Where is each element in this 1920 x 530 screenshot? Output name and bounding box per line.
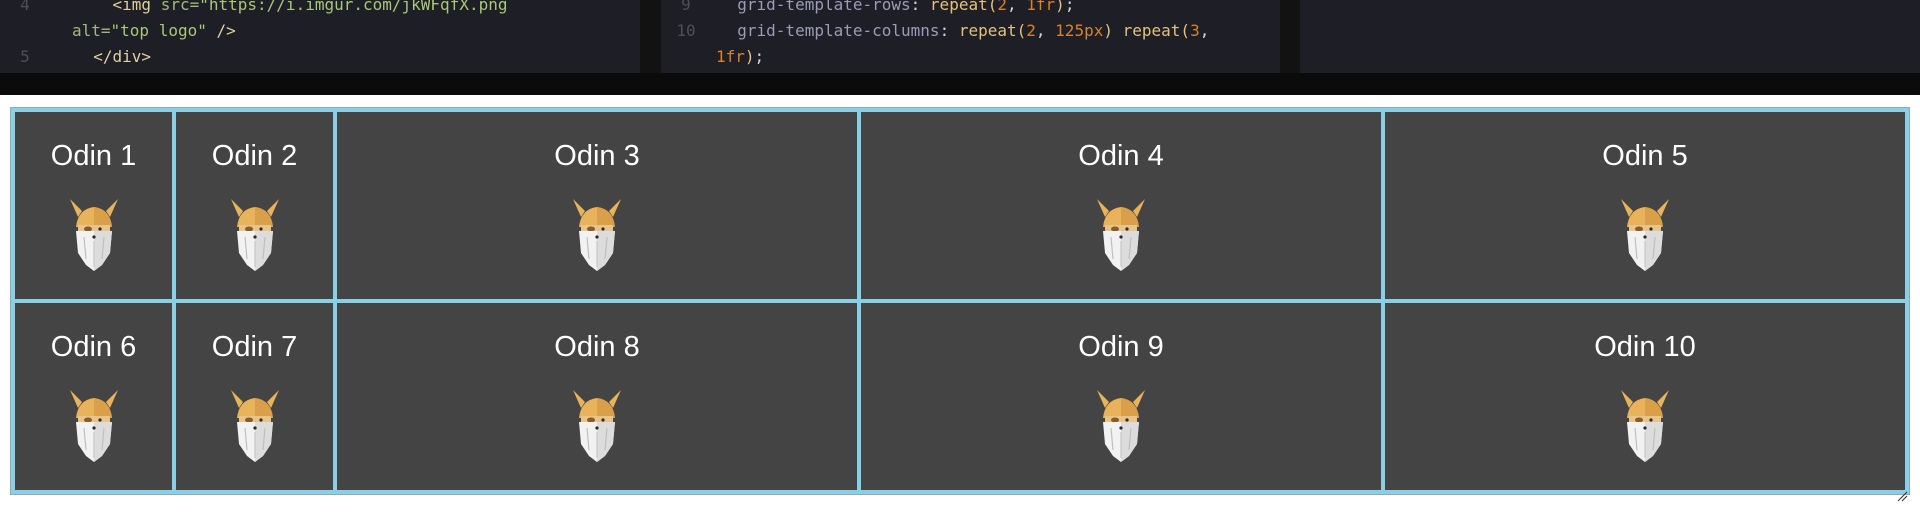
result-preview: Odin 1 Odin 2 Odin 3 Odin 4 Odin 5 Odin … xyxy=(0,95,1920,530)
grid-cell-6: Odin 6 xyxy=(15,303,172,490)
code-token: ) xyxy=(744,47,755,66)
odin-viking-head-icon xyxy=(69,199,118,271)
code-token: 1fr xyxy=(716,47,745,66)
html-editor-pane[interactable]: 4 <img src="https://i.imgur.com/jkWFqfX.… xyxy=(0,0,640,73)
line-number: 9 xyxy=(681,0,691,14)
code-token: 125px xyxy=(1055,21,1104,40)
odin-viking-head-icon xyxy=(1097,390,1145,462)
editor-bottom-bar xyxy=(0,73,1920,95)
code-text: 1fr); xyxy=(716,44,764,70)
cell-title: Odin 7 xyxy=(211,331,298,363)
code-token: , xyxy=(1035,21,1056,40)
code-token: 2 xyxy=(1026,21,1036,40)
code-token: alt= xyxy=(72,21,111,40)
cell-title: Odin 10 xyxy=(1594,331,1696,363)
code-token: </div> xyxy=(74,47,152,66)
cell-title: Odin 1 xyxy=(50,140,137,172)
cell-title: Odin 3 xyxy=(554,140,640,172)
odin-viking-head-icon xyxy=(230,390,279,462)
line-number: 10 xyxy=(676,21,696,40)
cell-title: Odin 8 xyxy=(554,331,640,363)
code-token: grid-template-columns xyxy=(718,21,940,40)
code-text: <img src="https://i.imgur.com/jkWFqfX.pn… xyxy=(74,0,508,18)
grid-cell-8: Odin 8 xyxy=(337,303,857,490)
grid-cell-9: Odin 9 xyxy=(861,303,1381,490)
code-token: repeat( xyxy=(929,0,998,14)
code-token: 3 xyxy=(1190,21,1200,40)
grid-cell-4: Odin 4 xyxy=(861,112,1381,299)
code-token: 1fr xyxy=(1026,0,1056,14)
odin-grid-container: Odin 1 Odin 2 Odin 3 Odin 4 Odin 5 Odin … xyxy=(10,107,1910,495)
line-number: 4 xyxy=(20,0,30,14)
cell-title: Odin 5 xyxy=(1602,140,1688,172)
grid-cell-5: Odin 5 xyxy=(1385,112,1905,299)
odin-viking-head-icon xyxy=(573,390,621,462)
odin-viking-head-icon xyxy=(230,199,279,271)
grid-cell-2: Odin 2 xyxy=(176,112,333,299)
code-text: grid-template-columns: repeat(2, 125px) … xyxy=(718,18,1209,44)
code-token: , xyxy=(1007,0,1027,14)
code-token: "https://i.imgur.com/jkWFqfX.png xyxy=(199,0,508,14)
code-text: alt="top logo" /> xyxy=(72,18,236,44)
odin-viking-head-icon xyxy=(1097,199,1145,271)
line-number: 5 xyxy=(20,47,30,66)
cell-title: Odin 4 xyxy=(1078,140,1164,172)
code-token: grid-template-rows xyxy=(718,0,911,14)
code-text: </div> xyxy=(74,44,151,70)
code-token: ; xyxy=(754,47,765,66)
grid-cell-7: Odin 7 xyxy=(176,303,333,490)
cell-title: Odin 9 xyxy=(1078,331,1164,363)
css-editor-pane[interactable]: 9 grid-template-rows: repeat(2, 1fr); 10 … xyxy=(661,0,1280,73)
odin-viking-head-icon xyxy=(69,390,118,462)
odin-viking-head-icon xyxy=(573,199,621,271)
code-token: ) xyxy=(1103,21,1113,40)
code-token: repeat( xyxy=(958,21,1027,40)
grid-cell-3: Odin 3 xyxy=(337,112,857,299)
code-token: <img xyxy=(74,0,161,14)
grid-cell-10: Odin 10 xyxy=(1385,303,1905,490)
code-token: repeat( xyxy=(1122,21,1191,40)
code-text: grid-template-rows: repeat(2, 1fr); xyxy=(718,0,1074,18)
code-token: 2 xyxy=(997,0,1007,14)
resize-grip-icon[interactable] xyxy=(1896,490,1908,502)
code-editor-strip: 4 <img src="https://i.imgur.com/jkWFqfX.… xyxy=(0,0,1920,73)
cell-title: Odin 2 xyxy=(211,140,298,172)
odin-viking-head-icon xyxy=(1621,199,1669,271)
code-token: ) xyxy=(1055,0,1065,14)
code-token: ; xyxy=(1064,0,1075,14)
cell-title: Odin 6 xyxy=(50,331,137,363)
code-token: "top logo" xyxy=(110,21,207,40)
code-token: : xyxy=(939,21,959,40)
code-token: /> xyxy=(206,21,236,40)
code-token: src= xyxy=(160,0,200,14)
code-token: , xyxy=(1199,21,1210,40)
grid-cell-1: Odin 1 xyxy=(15,112,172,299)
code-token: : xyxy=(910,0,930,14)
js-editor-pane[interactable] xyxy=(1300,0,1920,73)
odin-viking-head-icon xyxy=(1621,390,1669,462)
